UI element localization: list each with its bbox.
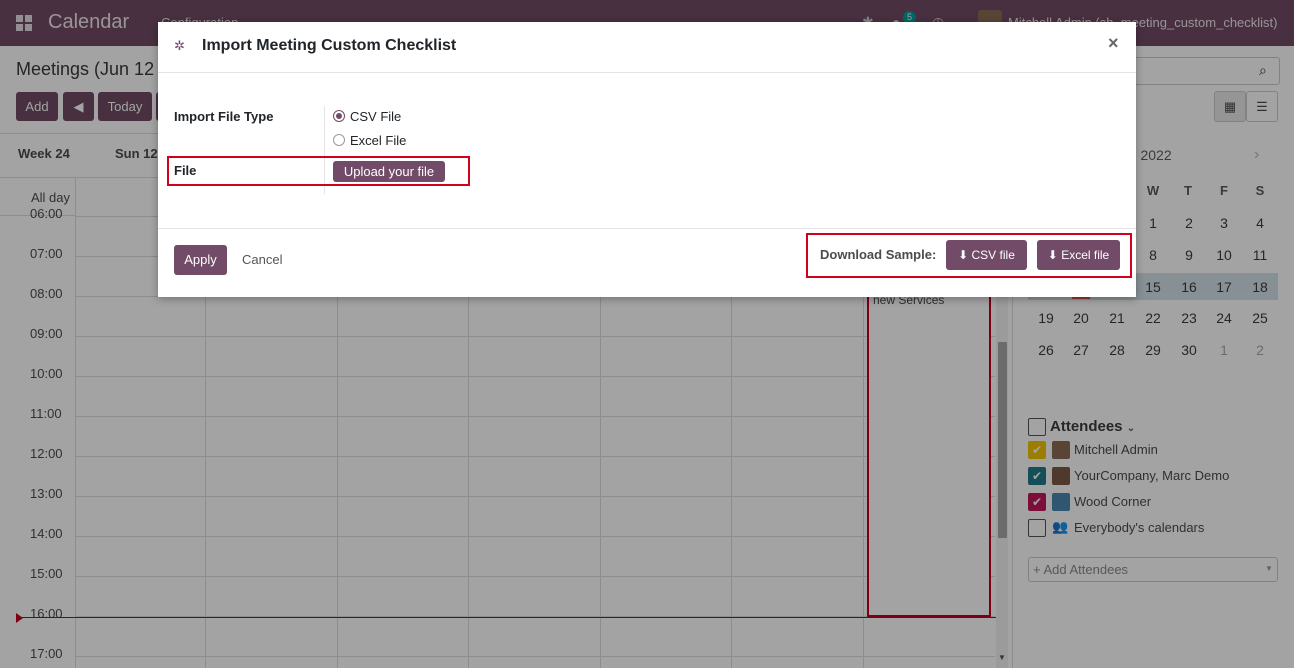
download-excel-button[interactable]: ⬇ Excel file	[1037, 240, 1120, 270]
bug-icon: ✲	[174, 38, 185, 53]
import-file-type-label: Import File Type	[174, 109, 274, 124]
download-icon: ⬇	[958, 248, 969, 262]
excel-option-label[interactable]: Excel File	[350, 133, 406, 148]
close-icon[interactable]: ×	[1108, 33, 1119, 54]
excel-radio[interactable]	[333, 134, 345, 146]
apply-button[interactable]: Apply	[174, 245, 227, 275]
download-icon: ⬇	[1047, 248, 1058, 262]
download-csv-button[interactable]: ⬇ CSV file	[946, 240, 1027, 270]
download-sample-label: Download Sample:	[820, 247, 937, 262]
modal-title: Import Meeting Custom Checklist	[202, 37, 457, 54]
csv-radio[interactable]	[333, 110, 345, 122]
import-dialog: ✲ Import Meeting Custom Checklist × Impo…	[158, 22, 1136, 297]
cancel-button[interactable]: Cancel	[242, 252, 282, 267]
csv-option-label[interactable]: CSV File	[350, 109, 401, 124]
file-highlight-box	[167, 156, 470, 186]
modal-header: ✲ Import Meeting Custom Checklist ×	[158, 22, 1136, 73]
